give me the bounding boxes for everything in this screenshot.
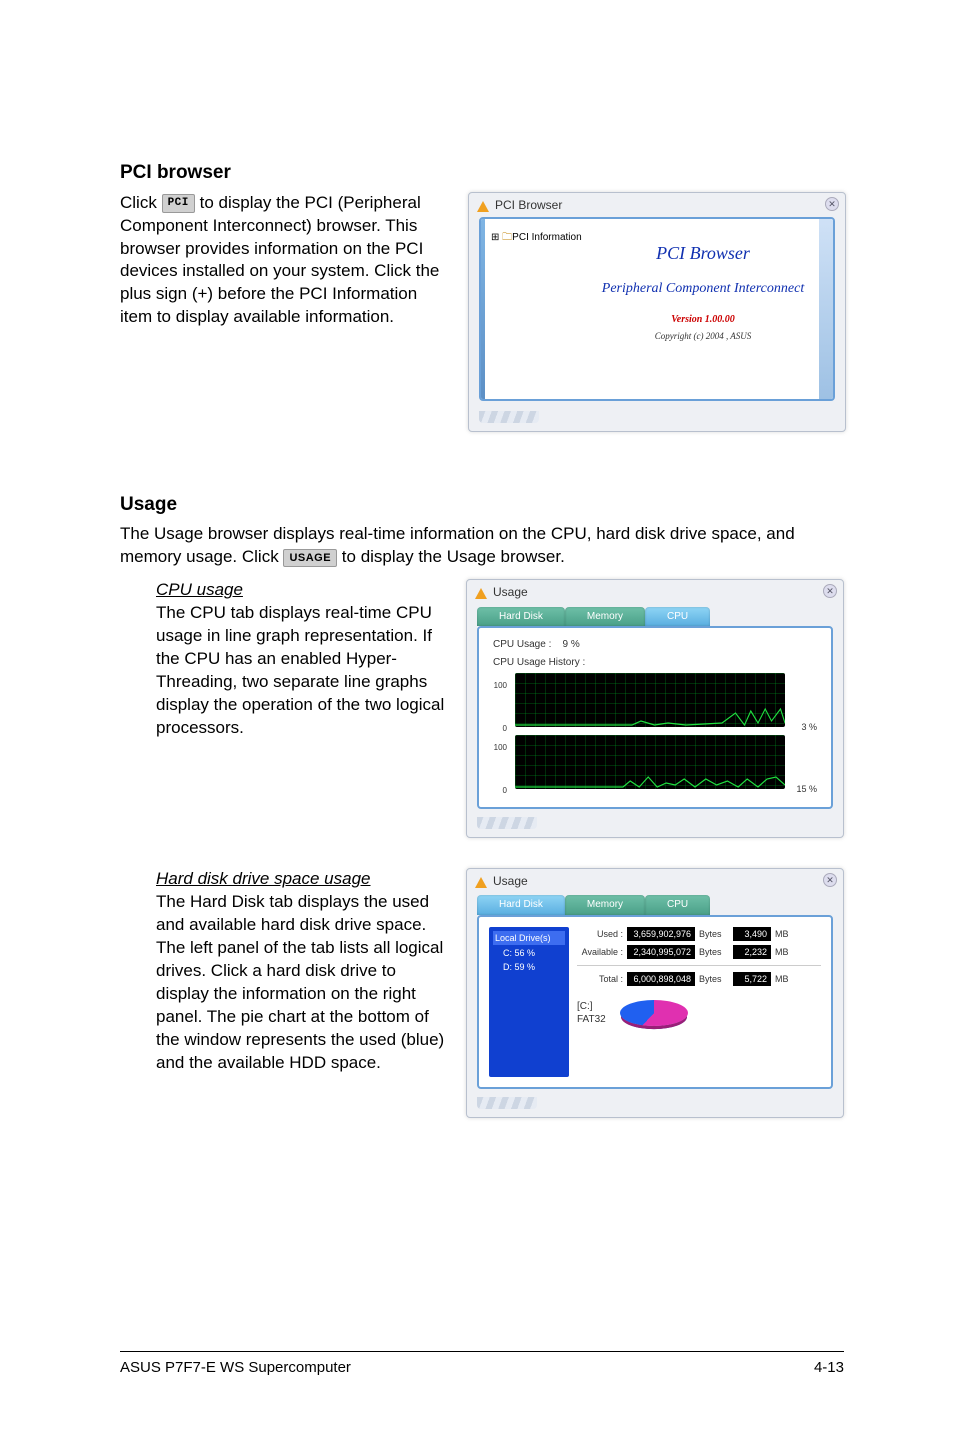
unit-mb: MB [775,928,789,940]
total-mb: 5,722 [733,972,771,986]
pie-chart [620,1000,688,1026]
used-bytes: 3,659,902,976 [627,927,695,941]
tab-memory[interactable]: Memory [565,607,645,627]
pci-browser-window: PCI Browser ✕ 🗀PCI Information PCI Brows… [468,192,846,432]
window-title: PCI Browser [495,197,562,213]
pci-button-inline: PCI [162,194,195,213]
tab-memory[interactable]: Memory [565,895,645,915]
scroll-down-icon[interactable] [821,387,831,397]
close-icon[interactable]: ✕ [825,197,839,211]
window-grip [477,817,537,829]
scroll-up-icon[interactable] [821,221,831,231]
unit-bytes: Bytes [699,946,729,958]
text: to display the PCI (Peripheral Component… [120,193,439,327]
footer-page-number: 4-13 [814,1358,844,1378]
pci-copyright: Copyright (c) 2004 , ASUS [587,330,819,342]
total-bytes: 6,000,898,048 [627,972,695,986]
available-label: Available : [577,946,623,958]
used-label: Used : [577,928,623,940]
tree-drive-c[interactable]: C: 56 % [493,947,565,959]
drive-tree[interactable]: Local Drive(s) C: 56 % D: 59 % [489,927,569,1077]
window-title: Usage [493,873,528,889]
tab-hard-disk[interactable]: Hard Disk [477,607,565,627]
used-mb: 3,490 [733,927,771,941]
cpu-history-label: CPU Usage History : [493,656,817,670]
subheading-cpu-usage: CPU usage [156,579,446,602]
usage-button-inline: USAGE [283,549,337,568]
y-max: 100 [493,681,507,692]
heading-pci-browser: PCI browser [120,160,844,186]
cpu-pct-2: 15 % [791,783,817,797]
tree-item-label: PCI Information [512,232,581,243]
page-footer: ASUS P7F7-E WS Supercomputer 4-13 [120,1351,844,1378]
usage-hdd-window: Usage ✕ Hard Disk Memory CPU Local Drive… [466,868,844,1118]
unit-bytes: Bytes [699,928,729,940]
text: Click [120,193,162,212]
unit-bytes: Bytes [699,973,729,985]
cpu-usage-paragraph: The CPU tab displays real-time CPU usage… [156,602,446,740]
available-bytes: 2,340,995,072 [627,945,695,959]
unit-mb: MB [775,973,789,985]
pci-version: Version 1.00.00 [587,313,819,327]
app-icon [477,200,489,212]
total-label: Total : [577,973,623,985]
filesystem-label: FAT32 [577,1013,606,1026]
text: to display the Usage browser. [342,547,565,566]
drive-letter-label: [C:] [577,1000,606,1013]
cpu-usage-label: CPU Usage : [493,639,551,650]
heading-usage: Usage [120,492,844,518]
hdd-usage-paragraph: The Hard Disk tab displays the used and … [156,891,446,1075]
usage-intro-paragraph: The Usage browser displays real-time inf… [120,523,844,569]
subheading-hdd-usage: Hard disk drive space usage [156,868,446,891]
window-grip [479,411,539,423]
pci-main-title: PCI Browser [587,241,819,265]
app-icon [475,876,487,888]
app-icon [475,587,487,599]
unit-mb: MB [775,946,789,958]
tab-cpu[interactable]: CPU [645,895,710,915]
cpu-graph-2 [515,735,785,789]
usage-cpu-window: Usage ✕ Hard Disk Memory CPU CPU Usage :… [466,579,844,838]
cpu-graph-1 [515,673,785,727]
y-max: 100 [493,743,507,754]
y-min: 0 [493,786,507,797]
y-min: 0 [493,724,507,735]
tree-root[interactable]: Local Drive(s) [493,931,565,945]
divider [577,965,821,966]
cpu-usage-value: 9 % [562,639,579,650]
tab-hard-disk[interactable]: Hard Disk [477,895,565,915]
folder-icon: 🗀 [502,232,512,243]
cpu-pct-1: 3 % [791,721,817,735]
pci-subtitle: Peripheral Component Interconnect [587,279,819,299]
footer-product: ASUS P7F7-E WS Supercomputer [120,1358,351,1378]
window-grip [477,1097,537,1109]
tab-cpu[interactable]: CPU [645,607,710,627]
window-title: Usage [493,584,528,600]
pci-tree[interactable]: 🗀PCI Information [487,223,587,395]
tree-drive-d[interactable]: D: 59 % [493,961,565,973]
pci-paragraph: Click PCI to display the PCI (Peripheral… [120,192,450,330]
available-mb: 2,232 [733,945,771,959]
close-icon[interactable]: ✕ [823,873,837,887]
